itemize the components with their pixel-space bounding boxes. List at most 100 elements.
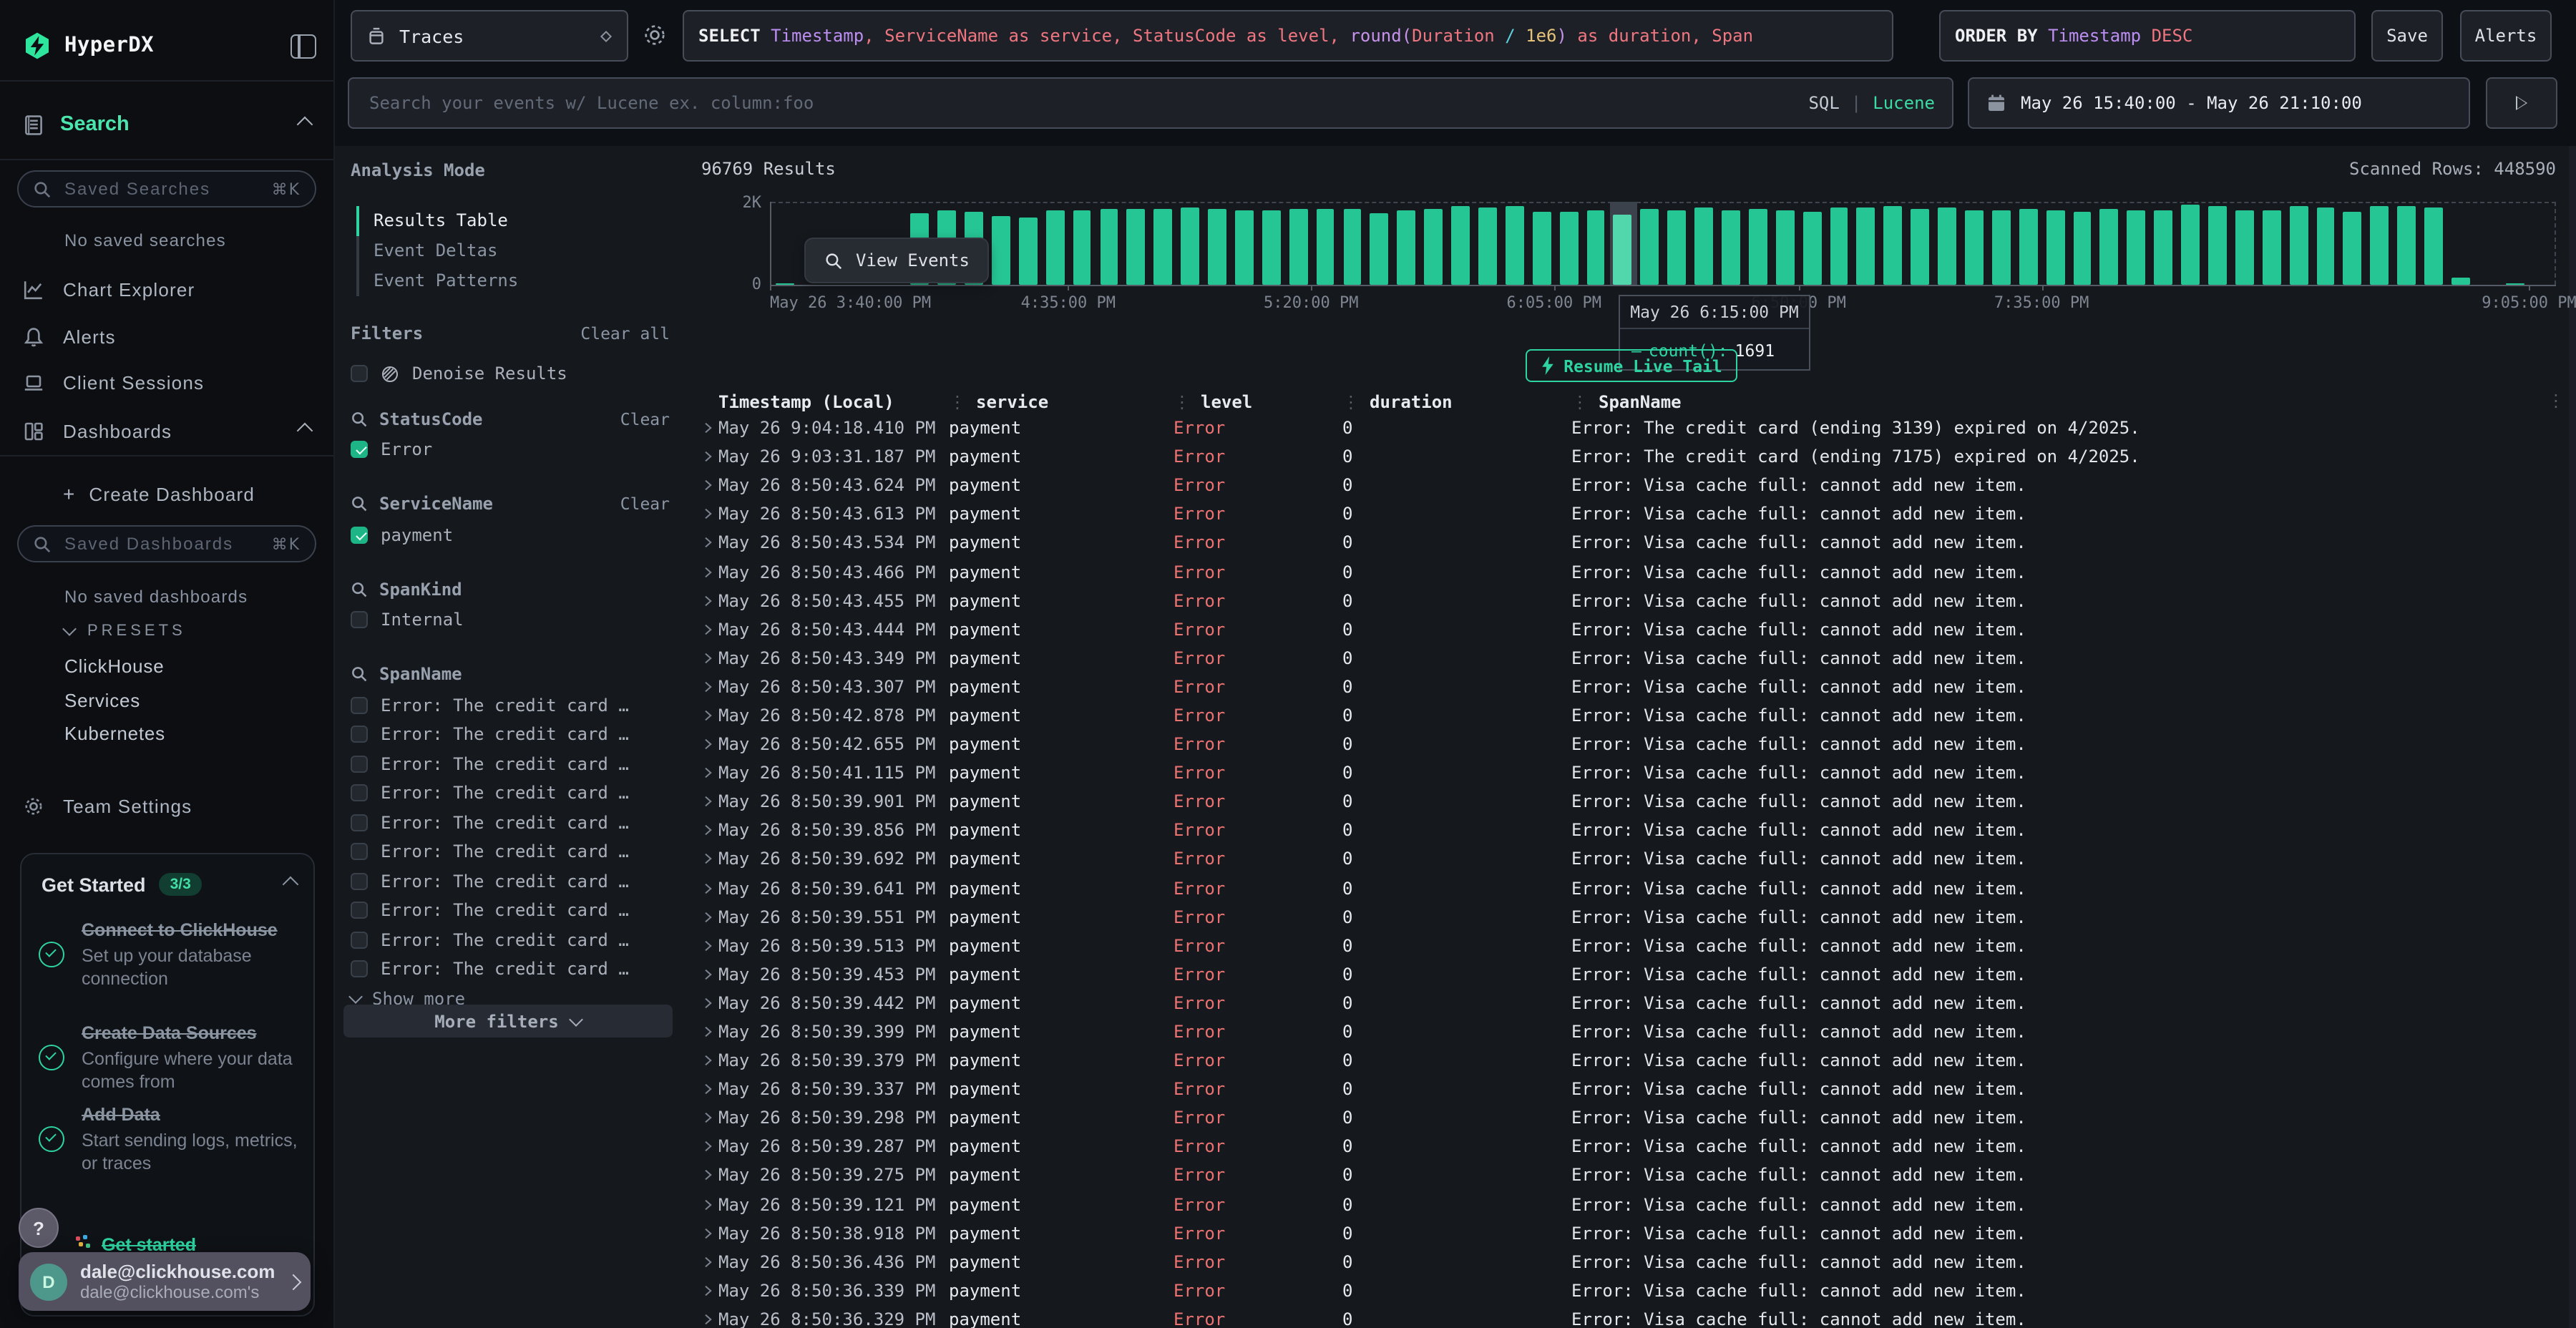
- presets-toggle[interactable]: PRESETS: [64, 622, 186, 640]
- histogram-bar-5-20-PM[interactable]: [1312, 202, 1340, 285]
- table-row[interactable]: May 26 8:50:38.918 PMpaymentError0Error:…: [701, 1219, 2567, 1247]
- histogram-bar-6-50-PM[interactable]: [1799, 202, 1826, 285]
- table-row[interactable]: May 26 8:50:39.298 PMpaymentError0Error:…: [701, 1104, 2567, 1133]
- analysis-mode-results-table[interactable]: Results Table: [351, 206, 673, 236]
- resume-live-tail-button[interactable]: Resume Live Tail: [1526, 349, 1737, 382]
- col-service[interactable]: ⋮service: [949, 391, 1174, 411]
- row-expand-chevron-icon[interactable]: [703, 566, 714, 577]
- histogram-bar-6-35-PM[interactable]: [1717, 202, 1745, 285]
- filter-option[interactable]: Error: The credit card …: [351, 749, 670, 778]
- table-row[interactable]: May 26 9:03:31.187 PMpaymentError0Error:…: [701, 442, 2567, 471]
- checkbox[interactable]: [351, 814, 368, 831]
- histogram-bar-8-25-PM[interactable]: [2313, 202, 2340, 285]
- histogram-bar-5-15-PM[interactable]: [1285, 202, 1312, 285]
- histogram-bar-8-00-PM[interactable]: [2177, 202, 2205, 285]
- denoise-results-toggle[interactable]: Denoise Results: [351, 363, 567, 384]
- row-expand-chevron-icon[interactable]: [703, 509, 714, 520]
- filter-option[interactable]: Error: The credit card …: [351, 837, 670, 866]
- filter-option[interactable]: payment: [351, 520, 670, 550]
- checkbox[interactable]: [351, 785, 368, 802]
- col-level[interactable]: ⋮level: [1174, 391, 1342, 411]
- row-expand-chevron-icon[interactable]: [703, 1083, 714, 1095]
- table-row[interactable]: May 26 8:50:39.121 PMpaymentError0Error:…: [701, 1190, 2567, 1219]
- saved-dashboards-input[interactable]: [62, 532, 262, 555]
- histogram-bar-4-45-PM[interactable]: [1123, 202, 1150, 285]
- clear-all-link[interactable]: Clear all: [580, 323, 670, 343]
- histogram-bar-8-40-PM[interactable]: [2394, 202, 2421, 285]
- sidebar-section-search[interactable]: Search: [0, 100, 333, 149]
- histogram-bar-8-05-PM[interactable]: [2204, 202, 2231, 285]
- saved-searches-search[interactable]: ⌘K: [17, 170, 316, 208]
- histogram-bar-6-10-PM[interactable]: [1582, 202, 1609, 285]
- table-row[interactable]: May 26 8:50:39.442 PMpaymentError0Error:…: [701, 989, 2567, 1017]
- table-row[interactable]: May 26 8:50:39.513 PMpaymentError0Error:…: [701, 931, 2567, 960]
- histogram-bar-6-00-PM[interactable]: [1528, 202, 1556, 285]
- filter-option[interactable]: Error: The credit card …: [351, 690, 670, 720]
- row-expand-chevron-icon[interactable]: [703, 738, 714, 750]
- row-expand-chevron-icon[interactable]: [703, 1170, 714, 1181]
- table-row[interactable]: May 26 8:50:39.275 PMpaymentError0Error:…: [701, 1161, 2567, 1190]
- histogram-bar-7-00-PM[interactable]: [1853, 202, 1880, 285]
- table-options-kebab-icon[interactable]: ⋮: [2547, 391, 2565, 411]
- histogram-bar-8-45-PM[interactable]: [2421, 202, 2448, 285]
- histogram-bar-5-45-PM[interactable]: [1448, 202, 1475, 285]
- sql-toggle[interactable]: SQL: [1808, 93, 1839, 113]
- table-row[interactable]: May 26 8:50:39.641 PMpaymentError0Error:…: [701, 874, 2567, 902]
- histogram-bar-7-40-PM[interactable]: [2069, 202, 2097, 285]
- table-row[interactable]: May 26 8:50:43.624 PMpaymentError0Error:…: [701, 471, 2567, 499]
- row-expand-chevron-icon[interactable]: [703, 479, 714, 491]
- table-row[interactable]: May 26 8:50:39.287 PMpaymentError0Error:…: [701, 1133, 2567, 1161]
- histogram-bar-3-40-PM[interactable]: [771, 202, 799, 285]
- checklist-item[interactable]: Add Data Start sending logs, metrics, or…: [39, 1102, 299, 1175]
- sidebar-collapse-icon[interactable]: [291, 34, 316, 58]
- histogram-bar-5-50-PM[interactable]: [1474, 202, 1501, 285]
- table-row[interactable]: May 26 8:50:43.534 PMpaymentError0Error:…: [701, 529, 2567, 557]
- histogram-bar-4-35-PM[interactable]: [1069, 202, 1096, 285]
- user-menu[interactable]: D dale@clickhouse.com dale@clickhouse.co…: [19, 1252, 311, 1311]
- row-expand-chevron-icon[interactable]: [703, 595, 714, 606]
- histogram-bar-7-25-PM[interactable]: [1988, 202, 2015, 285]
- sidebar-item-alerts[interactable]: Alerts: [0, 315, 333, 358]
- row-expand-chevron-icon[interactable]: [703, 451, 714, 462]
- row-expand-chevron-icon[interactable]: [703, 911, 714, 922]
- filter-option[interactable]: Error: The credit card …: [351, 954, 670, 984]
- row-expand-chevron-icon[interactable]: [703, 1113, 714, 1124]
- filter-option[interactable]: Error: The credit card …: [351, 778, 670, 808]
- table-row[interactable]: May 26 8:50:43.349 PMpaymentError0Error:…: [701, 644, 2567, 673]
- saved-searches-input[interactable]: [62, 177, 262, 200]
- preset-clickhouse[interactable]: ClickHouse: [64, 655, 165, 677]
- histogram-bar-4-25-PM[interactable]: [1015, 202, 1042, 285]
- view-events-button[interactable]: View Events: [804, 238, 990, 283]
- checkbox[interactable]: [351, 932, 368, 949]
- checklist-item[interactable]: Create Data Sources Configure where your…: [39, 1020, 299, 1093]
- table-row[interactable]: May 26 8:50:42.878 PMpaymentError0Error:…: [701, 701, 2567, 730]
- filter-option[interactable]: Error: The credit card …: [351, 720, 670, 749]
- row-expand-chevron-icon[interactable]: [703, 969, 714, 980]
- table-row[interactable]: May 26 8:50:39.399 PMpaymentError0Error:…: [701, 1017, 2567, 1046]
- checkbox[interactable]: [351, 873, 368, 890]
- row-expand-chevron-icon[interactable]: [703, 767, 714, 778]
- histogram-bar-8-50-PM[interactable]: [2447, 202, 2474, 285]
- table-row[interactable]: May 26 8:50:39.856 PMpaymentError0Error:…: [701, 816, 2567, 845]
- histogram[interactable]: [770, 202, 2556, 286]
- histogram-bar-7-30-PM[interactable]: [2015, 202, 2042, 285]
- table-row[interactable]: May 26 8:50:39.692 PMpaymentError0Error:…: [701, 845, 2567, 874]
- row-expand-chevron-icon[interactable]: [703, 623, 714, 635]
- checklist-item[interactable]: Connect to ClickHouse Set up your databa…: [39, 917, 299, 990]
- sql-select-editor[interactable]: SELECT Timestamp, ServiceName as service…: [683, 10, 1893, 62]
- row-expand-chevron-icon[interactable]: [703, 1285, 714, 1297]
- row-expand-chevron-icon[interactable]: [703, 796, 714, 808]
- table-row[interactable]: May 26 8:50:43.307 PMpaymentError0Error:…: [701, 673, 2567, 701]
- more-filters-button[interactable]: More filters: [343, 1005, 673, 1038]
- analysis-mode-event-patterns[interactable]: Event Patterns: [351, 266, 673, 296]
- checkbox[interactable]: [351, 756, 368, 773]
- histogram-bar-4-40-PM[interactable]: [1096, 202, 1123, 285]
- histogram-bar-7-35-PM[interactable]: [2042, 202, 2069, 285]
- histogram-bar-6-20-PM[interactable]: [1636, 202, 1664, 285]
- checkbox[interactable]: [351, 961, 368, 978]
- row-expand-chevron-icon[interactable]: [703, 825, 714, 836]
- row-expand-chevron-icon[interactable]: [703, 939, 714, 951]
- histogram-bar-8-20-PM[interactable]: [2285, 202, 2313, 285]
- help-button[interactable]: ?: [19, 1208, 59, 1248]
- table-row[interactable]: May 26 8:50:36.329 PMpaymentError0Error:…: [701, 1305, 2567, 1328]
